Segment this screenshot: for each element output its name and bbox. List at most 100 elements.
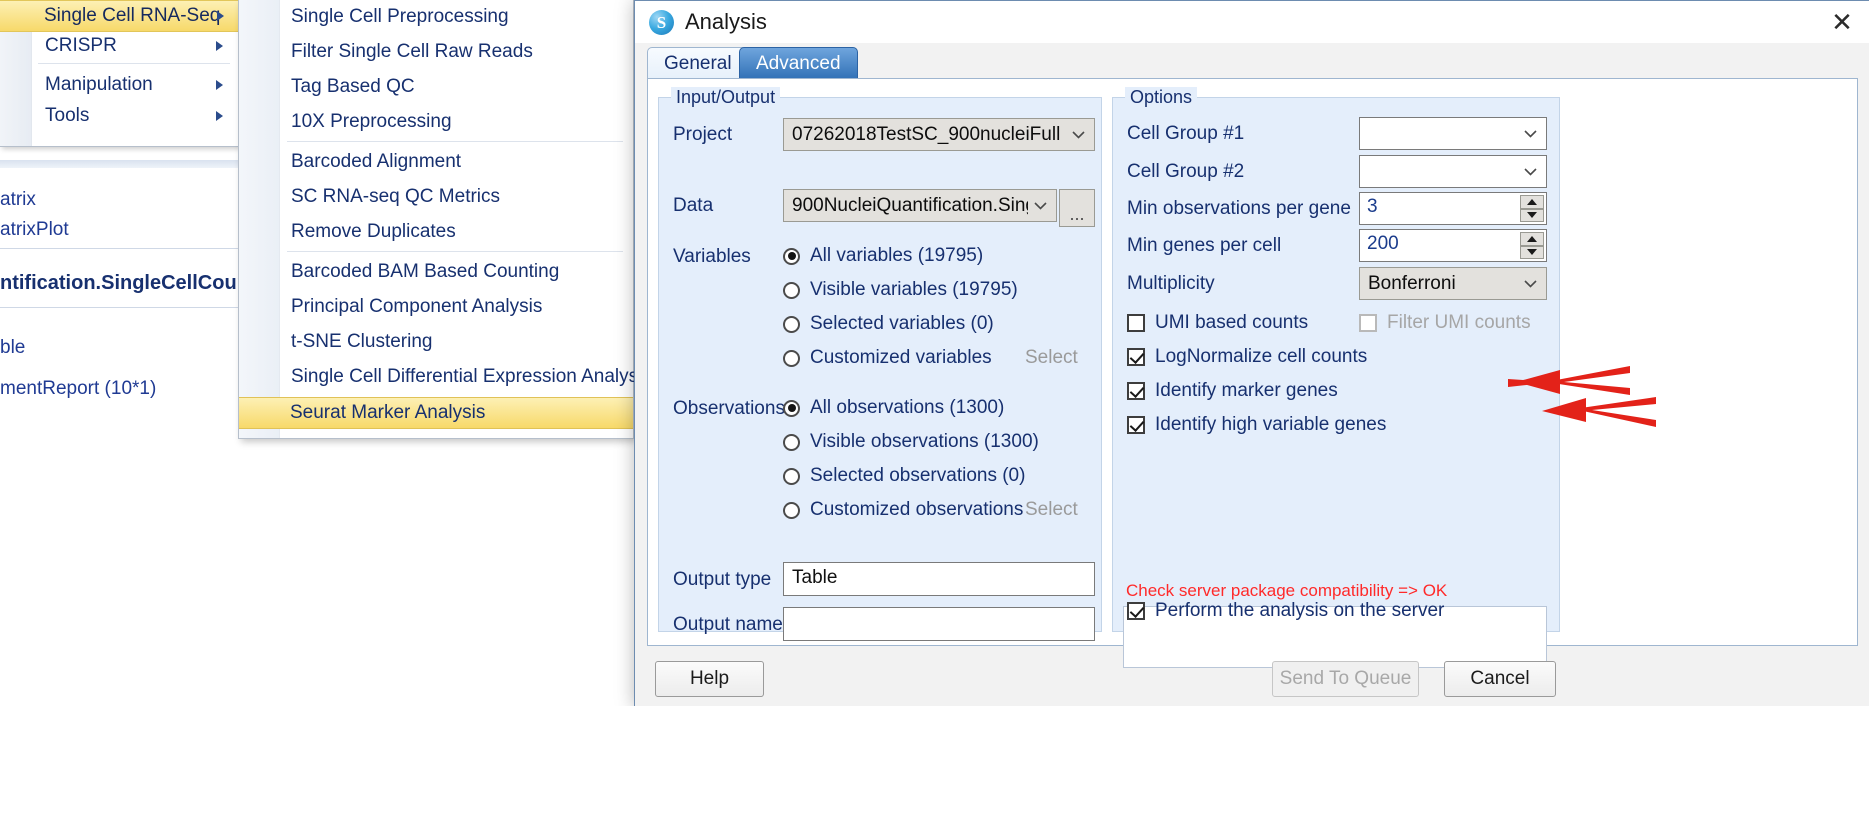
stepper-buttons[interactable] <box>1520 195 1544 222</box>
radio-selected-variables[interactable]: Selected variables (0) <box>783 313 994 335</box>
menu-item-remove-duplicates[interactable]: Remove Duplicates <box>240 217 632 247</box>
observations-select-link[interactable]: Select <box>1025 499 1078 521</box>
checkbox-identify-marker-genes[interactable]: Identify marker genes <box>1127 380 1338 402</box>
stepper-down-icon[interactable] <box>1520 208 1544 222</box>
checkbox-filter-umi-counts[interactable]: Filter UMI counts <box>1359 312 1531 334</box>
dialog-title: Analysis <box>685 9 767 34</box>
radio-icon <box>783 349 800 367</box>
input-output-legend: Input/Output <box>671 87 781 108</box>
radio-all-variables[interactable]: All variables (19795) <box>783 245 983 267</box>
tab-advanced[interactable]: Advanced <box>739 47 858 81</box>
radio-icon <box>783 399 800 417</box>
stepper-down-icon[interactable] <box>1520 245 1544 259</box>
radio-icon <box>783 501 800 519</box>
output-name-input[interactable] <box>783 607 1095 641</box>
checkbox-icon <box>1127 382 1145 400</box>
output-type-input[interactable]: Table <box>783 562 1095 596</box>
stepper-up-icon[interactable] <box>1520 195 1544 209</box>
help-button[interactable]: Help <box>655 661 764 697</box>
screen-bottom-area <box>0 706 1869 835</box>
menu-item-filter-single-cell-raw-reads[interactable]: Filter Single Cell Raw Reads <box>240 37 632 67</box>
radio-customized-observations[interactable]: Customized observations <box>783 499 1023 521</box>
tab-general[interactable]: General <box>647 47 749 81</box>
data-browse-button[interactable]: ... <box>1059 189 1095 227</box>
radio-label: Visible observations (1300) <box>810 431 1039 452</box>
menu-item-tools[interactable]: Tools <box>1 101 237 131</box>
multiplicity-combo[interactable]: Bonferroni <box>1359 267 1547 300</box>
stepper-up-icon[interactable] <box>1520 232 1544 246</box>
min-genes-label: Min genes per cell <box>1127 235 1282 256</box>
menu-item-sc-rna-seq-qc-metrics[interactable]: SC RNA-seq QC Metrics <box>240 182 632 212</box>
dialog-title-bar: S Analysis ✕ <box>635 1 1869 44</box>
data-combo[interactable]: 900NucleiQuantification.SingleCellC <box>783 189 1057 222</box>
cell-group-2-combo[interactable] <box>1359 155 1547 188</box>
radio-icon <box>783 467 800 485</box>
menu-item-single-cell-rna-seq[interactable]: Single Cell RNA-Seq <box>0 0 238 32</box>
variables-label: Variables <box>673 246 751 267</box>
menu-item-t-sne-clustering[interactable]: t-SNE Clustering <box>240 327 632 357</box>
menu-item-barcoded-bam-based-counting[interactable]: Barcoded BAM Based Counting <box>240 257 632 287</box>
menu-item-label: Single Cell Differential Expression Anal… <box>291 366 652 387</box>
menu-level-1: Single Cell RNA-Seq CRISPR Manipulation … <box>0 0 239 147</box>
observations-label: Observations <box>673 398 785 419</box>
checkbox-lognormalize-cell-counts[interactable]: LogNormalize cell counts <box>1127 346 1367 368</box>
radio-icon <box>783 247 800 265</box>
min-observations-stepper[interactable]: 3 <box>1359 192 1547 225</box>
checkbox-identify-high-variable-genes[interactable]: Identify high variable genes <box>1127 414 1386 436</box>
chevron-down-icon <box>1524 279 1537 288</box>
output-type-value: Table <box>792 567 838 588</box>
menu-item-label: Manipulation <box>45 74 153 95</box>
project-combo[interactable]: 07262018TestSC_900nucleiFull <box>783 118 1095 151</box>
radio-visible-observations[interactable]: Visible observations (1300) <box>783 431 1039 453</box>
menu-item-principal-component-analysis[interactable]: Principal Component Analysis <box>240 292 632 322</box>
variables-select-link[interactable]: Select <box>1025 347 1078 369</box>
stepper-buttons[interactable] <box>1520 232 1544 259</box>
menu-item-seurat-marker-analysis[interactable]: Seurat Marker Analysis <box>239 397 633 429</box>
checkbox-icon <box>1127 348 1145 366</box>
menu-item-barcoded-alignment[interactable]: Barcoded Alignment <box>240 147 632 177</box>
cancel-button[interactable]: Cancel <box>1444 661 1556 697</box>
menu-item-10x-preprocessing[interactable]: 10X Preprocessing <box>240 107 632 137</box>
menu-item-crispr[interactable]: CRISPR <box>1 31 237 61</box>
menu-item-single-cell-differential-expression-analysis[interactable]: Single Cell Differential Expression Anal… <box>240 362 652 392</box>
app-logo-icon: S <box>649 10 674 35</box>
input-output-group: Input/Output Project 07262018TestSC_900n… <box>658 87 1102 641</box>
cell-group-2-label: Cell Group #2 <box>1127 161 1245 182</box>
arrow-identify-high-variable-genes <box>1542 397 1656 427</box>
background-text-matrix: atrix <box>0 189 36 210</box>
dialog-body: General Advanced Input/Output Project 07… <box>635 43 1869 707</box>
radio-icon <box>783 315 800 333</box>
menu-item-label: Principal Component Analysis <box>291 296 543 317</box>
checkbox-umi-based-counts[interactable]: UMI based counts <box>1127 312 1308 334</box>
menu-item-label: Filter Single Cell Raw Reads <box>291 41 533 62</box>
radio-customized-variables[interactable]: Customized variables <box>783 347 992 369</box>
chevron-down-icon <box>1072 130 1085 139</box>
server-message-text: Check server package compatibility => OK <box>1126 581 1448 600</box>
radio-visible-variables[interactable]: Visible variables (19795) <box>783 279 1018 301</box>
menu-item-label: t-SNE Clustering <box>291 331 433 352</box>
background-text-report: mentReport (10*1) <box>0 378 157 399</box>
checkbox-label: Perform the analysis on the server <box>1155 600 1445 621</box>
project-label: Project <box>673 124 733 145</box>
min-genes-stepper[interactable]: 200 <box>1359 229 1547 262</box>
submenu-arrow-icon <box>216 41 223 51</box>
checkbox-perform-on-server[interactable]: Perform the analysis on the server <box>1127 600 1444 622</box>
menu-item-label: Single Cell Preprocessing <box>291 6 509 27</box>
radio-icon <box>783 281 800 299</box>
cell-group-1-combo[interactable] <box>1359 117 1547 150</box>
checkbox-label: Identify high variable genes <box>1155 414 1387 435</box>
menu-item-label: Barcoded Alignment <box>291 151 462 172</box>
menu-item-tag-based-qc[interactable]: Tag Based QC <box>240 72 632 102</box>
close-icon[interactable]: ✕ <box>1824 7 1860 37</box>
radio-selected-observations[interactable]: Selected observations (0) <box>783 465 1025 487</box>
min-genes-value: 200 <box>1367 233 1399 254</box>
radio-all-observations[interactable]: All observations (1300) <box>783 397 1004 419</box>
radio-label: Selected variables (0) <box>810 313 994 334</box>
radio-label: All observations (1300) <box>810 397 1005 418</box>
menu-item-manipulation[interactable]: Manipulation <box>1 70 237 100</box>
menu-item-single-cell-preprocessing[interactable]: Single Cell Preprocessing <box>240 2 632 32</box>
checkbox-icon <box>1359 314 1377 332</box>
menu-separator <box>38 63 230 64</box>
radio-label: Customized observations <box>810 499 1024 520</box>
data-label: Data <box>673 195 714 216</box>
